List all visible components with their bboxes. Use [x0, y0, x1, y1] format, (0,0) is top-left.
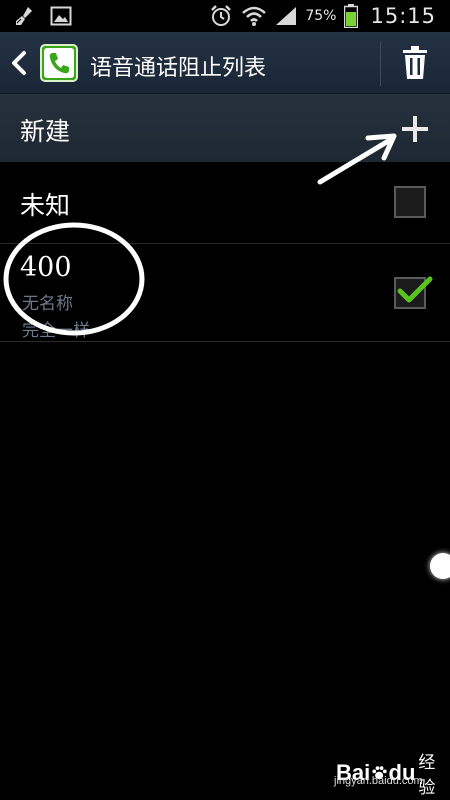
annotation-circle — [3, 222, 145, 336]
wifi-icon — [242, 6, 267, 26]
battery-icon — [344, 4, 359, 28]
checkmark-icon — [397, 276, 433, 303]
plus-icon[interactable] — [401, 115, 429, 143]
action-bar-divider — [380, 42, 381, 86]
status-right-icons: 75% 15:15 — [209, 0, 436, 32]
phone-app-icon — [40, 44, 78, 82]
broom-icon — [16, 7, 32, 25]
list-item-checkbox[interactable] — [394, 276, 433, 309]
status-left-icons — [14, 5, 72, 27]
baidu-watermark: Bai du 经验 jingyan.baidu.com — [334, 753, 436, 797]
alarm-icon — [211, 5, 232, 26]
page-title: 语音通话阻止列表 — [90, 56, 267, 81]
list-item-checkbox[interactable] — [394, 186, 426, 218]
status-clock: 15:15 — [370, 4, 436, 28]
action-bar: 语音通话阻止列表 — [0, 32, 450, 94]
status-bar: 75% 15:15 — [0, 0, 450, 32]
signal-icon — [276, 7, 297, 25]
battery-percent: 75% — [305, 8, 337, 24]
image-icon — [50, 6, 72, 26]
floating-touch-dot[interactable] — [430, 553, 450, 579]
chevron-left-icon[interactable] — [8, 50, 30, 76]
trash-icon[interactable] — [401, 46, 429, 80]
new-entry-label: 新建 — [20, 117, 71, 146]
